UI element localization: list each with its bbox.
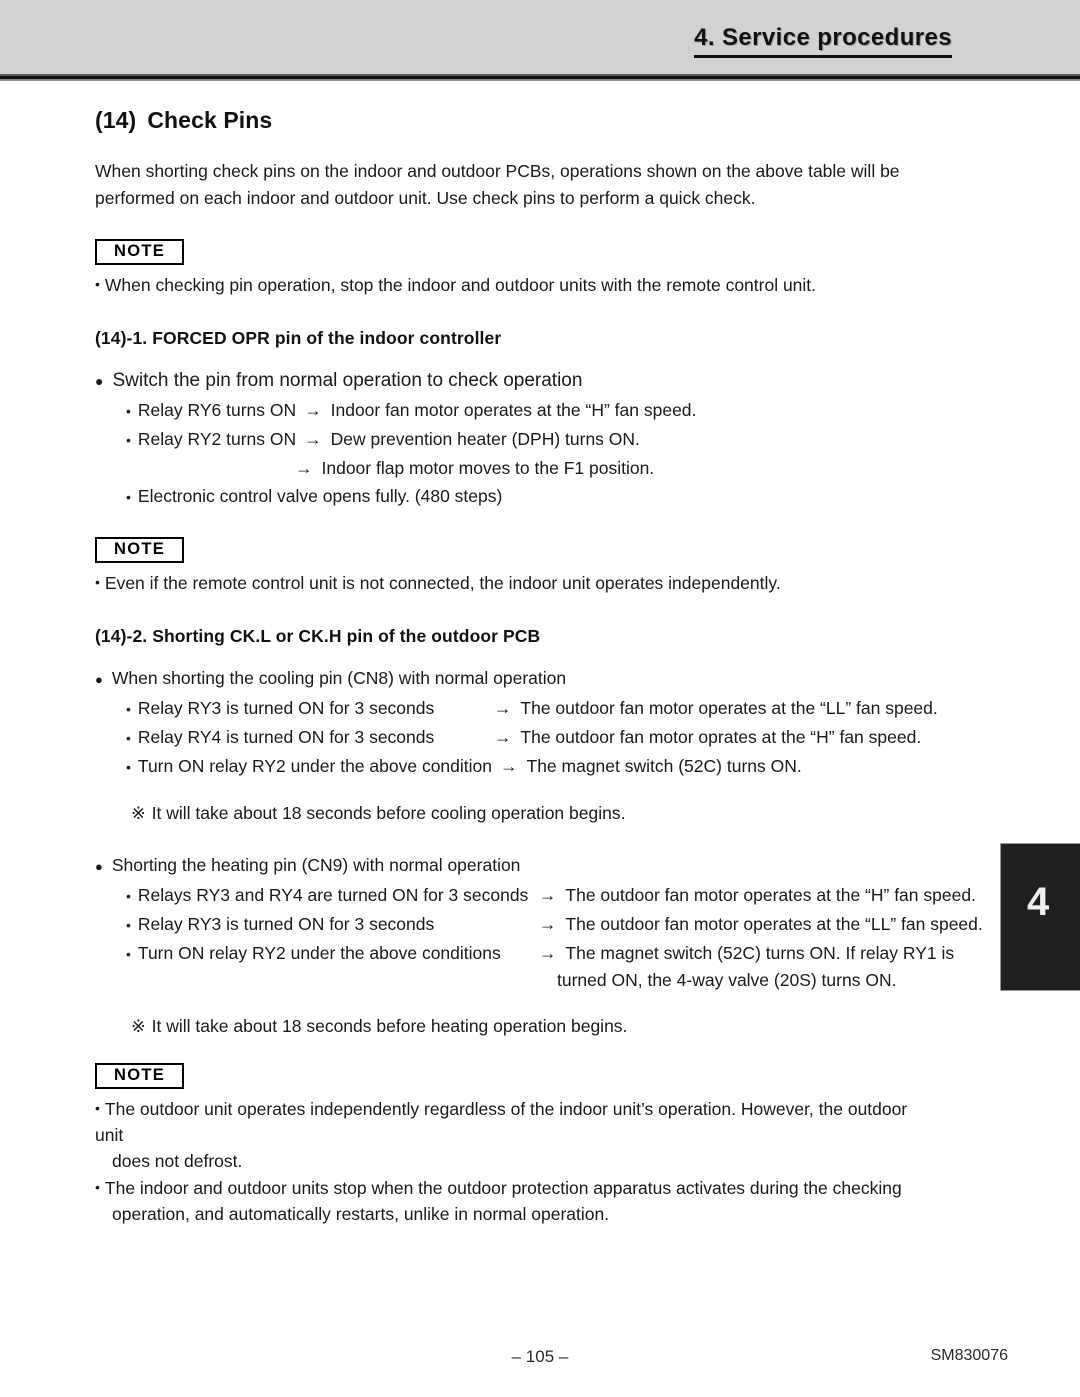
- heating-result-continuation: turned ON, the 4-way valve (20S) turns O…: [557, 970, 897, 990]
- list-item: • Relay RY6 turns ON → Indoor fan motor …: [126, 397, 935, 424]
- group-heating-heading: ● Shorting the heating pin (CN9) with no…: [95, 852, 935, 880]
- footer-page-number: – 105 –: [511, 1347, 569, 1366]
- note-block-2: NOTE • Even if the remote control unit is…: [95, 537, 935, 596]
- arrow-right-icon: →: [493, 727, 512, 747]
- section-intro-paragraph: When shorting check pins on the indoor a…: [95, 161, 900, 208]
- arrow-right-icon: →: [500, 756, 518, 776]
- footer-document-code: SM830076: [930, 1347, 1008, 1364]
- bullet-icon: •: [126, 759, 131, 775]
- note-block-1: NOTE • When checking pin operation, stop …: [95, 239, 935, 298]
- bullet-icon: •: [126, 489, 131, 505]
- bullet-icon: •: [126, 701, 131, 717]
- filled-circle-icon: ●: [95, 859, 103, 874]
- note-3-line-2: • The indoor and outdoor units stop when …: [95, 1174, 935, 1227]
- list-item-condition: Turn ON relay RY2 under the above condit…: [137, 756, 492, 776]
- content-column: (14) Check Pins When shorting check pins …: [95, 107, 983, 1227]
- group-heating-heading-text: Shorting the heating pin (CN9) with norm…: [111, 855, 521, 875]
- list-item: • Electronic control valve opens fully. …: [126, 483, 935, 510]
- note-2-line-1: • Even if the remote control unit is not …: [95, 569, 935, 596]
- list-item: • Relay RY2 turns ON → Dew prevention he…: [126, 426, 935, 453]
- bullet-icon: •: [126, 730, 131, 746]
- arrow-right-icon: →: [538, 943, 557, 963]
- list-item: • Turn ON relay RY2 under the above cond…: [126, 940, 954, 967]
- group-cooling-pin: ● When shorting the cooling pin (CN8) wi…: [95, 665, 938, 826]
- bullet-icon: •: [95, 574, 100, 590]
- list-item-result: The magnet switch (52C) turns ON. If rel…: [565, 943, 955, 963]
- group-cooling-heading-text: When shorting the cooling pin (CN8) with…: [111, 668, 567, 688]
- list-item-result: The outdoor fan motor oprates at the “H”…: [520, 727, 922, 747]
- filled-circle-icon: ●: [95, 672, 103, 687]
- list-item: • Relay RY4 is turned ON for 3 seconds →…: [126, 724, 935, 751]
- bullet-icon: •: [126, 917, 131, 933]
- bullet-icon: •: [95, 1100, 100, 1116]
- filled-circle-icon: ●: [95, 373, 104, 389]
- note-badge: NOTE: [95, 537, 185, 563]
- page-body: (14) Check Pins When shorting check pins …: [0, 81, 1080, 1227]
- note-1-text-1: When checking pin operation, stop the in…: [104, 275, 817, 295]
- list-item-result: The outdoor fan motor operates at the “H…: [565, 885, 976, 905]
- arrow-right-icon: →: [304, 400, 322, 420]
- subsection-2-heading: (14)-2. Shorting CK.L or CK.H pin of the…: [95, 626, 541, 646]
- header-title-wrapper: 4. Service procedures: [694, 24, 952, 58]
- list-item: → Indoor flap motor moves to the F1 posi…: [295, 455, 935, 481]
- section-number: (14): [95, 107, 137, 133]
- bullet-icon: •: [126, 432, 131, 448]
- note-2-text-1: Even if the remote control unit is not c…: [104, 573, 781, 593]
- list-item-condition: Relay RY2 turns ON: [137, 429, 297, 449]
- page-title: (14) Check Pins: [95, 107, 935, 134]
- heating-note-text: It will take about 18 seconds before hea…: [151, 1016, 628, 1036]
- bullet-icon: •: [126, 888, 131, 904]
- group-heating-pin: ● Shorting the heating pin (CN9) with no…: [95, 852, 983, 1039]
- list-item-condition: Relay RY4 is turned ON for 3 seconds: [137, 727, 435, 747]
- reference-mark-icon: ※: [131, 1016, 146, 1036]
- note-3-text-1: The outdoor unit operates independently …: [95, 1099, 908, 1145]
- note-3-text-2: The indoor and outdoor units stop when t…: [104, 1178, 902, 1198]
- heating-note-line: ※ It will take about 18 seconds before he…: [131, 1013, 935, 1039]
- list-item: • Relay RY3 is turned ON for 3 seconds →…: [126, 695, 938, 722]
- list-item-result: Dew prevention heater (DPH) turns ON.: [330, 429, 640, 449]
- note-3-text-1-continuation: does not defrost.: [112, 1151, 243, 1171]
- reference-mark-icon: ※: [131, 803, 146, 823]
- section-title-text: Check Pins: [147, 107, 273, 133]
- list-item-condition: Electronic control valve opens fully. (4…: [137, 486, 503, 506]
- arrow-right-icon: →: [304, 429, 322, 449]
- group-forced-opr-heading-text: Switch the pin from normal operation to …: [112, 370, 583, 391]
- bullet-icon: •: [126, 403, 131, 419]
- list-item-result: Indoor fan motor operates at the “H” fan…: [330, 400, 697, 420]
- group-cooling-heading: ● When shorting the cooling pin (CN8) wi…: [95, 665, 935, 693]
- list-item: • Relays RY3 and RY4 are turned ON for 3…: [126, 882, 976, 909]
- arrow-right-icon: →: [538, 885, 557, 905]
- list-item-condition: Turn ON relay RY2 under the above condit…: [137, 943, 501, 963]
- group-forced-opr: ● Switch the pin from normal operation t…: [95, 367, 935, 510]
- list-item-condition: Relay RY3 is turned ON for 3 seconds: [137, 914, 435, 934]
- note-3-text-2-continuation: operation, and automatically restarts, u…: [112, 1204, 610, 1224]
- list-item-result: The outdoor fan motor operates at the “L…: [520, 698, 938, 718]
- bullet-icon: •: [95, 276, 100, 292]
- list-item-condition: Relay RY6 turns ON: [137, 400, 297, 420]
- note-1-line-1: • When checking pin operation, stop the i…: [95, 271, 935, 298]
- list-item-result: The outdoor fan motor operates at the “L…: [565, 914, 983, 934]
- arrow-right-icon: →: [493, 698, 512, 718]
- bullet-icon: •: [126, 946, 131, 962]
- list-item-condition: Relay RY3 is turned ON for 3 seconds: [137, 698, 435, 718]
- list-item-result: The magnet switch (52C) turns ON.: [526, 756, 802, 776]
- bullet-icon: •: [95, 1179, 100, 1195]
- cooling-note-text: It will take about 18 seconds before coo…: [151, 803, 626, 823]
- list-item-result: Indoor flap motor moves to the F1 positi…: [321, 458, 655, 478]
- chapter-title: 4. Service procedures: [694, 24, 952, 58]
- list-item-condition: Relays RY3 and RY4 are turned ON for 3 s…: [137, 885, 529, 905]
- note-3-line-1: • The outdoor unit operates independently…: [95, 1095, 935, 1174]
- page-header-band: 4. Service procedures: [0, 0, 1080, 74]
- list-item: • Relay RY3 is turned ON for 3 seconds →…: [126, 911, 983, 938]
- list-item: • Turn ON relay RY2 under the above cond…: [126, 753, 935, 780]
- cooling-note-line: ※ It will take about 18 seconds before co…: [131, 800, 935, 826]
- note-badge: NOTE: [95, 239, 185, 265]
- group-forced-opr-heading: ● Switch the pin from normal operation t…: [95, 367, 935, 395]
- arrow-right-icon: →: [295, 458, 313, 478]
- arrow-right-icon: →: [538, 914, 557, 934]
- note-block-3: NOTE • The outdoor unit operates independ…: [95, 1063, 935, 1227]
- subsection-1-heading: (14)-1. FORCED OPR pin of the indoor con…: [95, 328, 502, 348]
- note-badge: NOTE: [95, 1063, 185, 1089]
